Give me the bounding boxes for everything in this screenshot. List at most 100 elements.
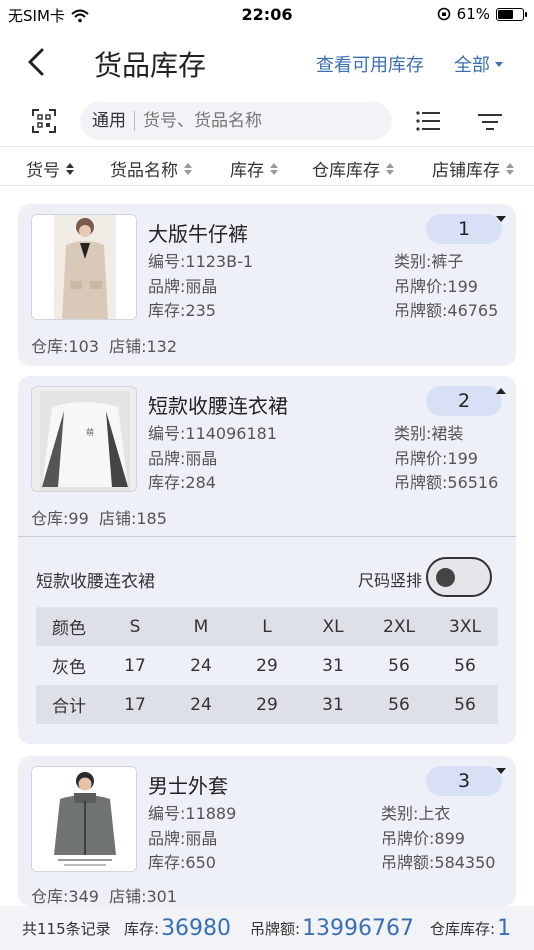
- product-code: 编号:1123B-1: [148, 252, 254, 271]
- header-cell: L: [262, 616, 272, 637]
- sort-arrows-icon: [270, 162, 278, 175]
- jacket-man-image: [32, 767, 136, 871]
- filter-icon[interactable]: [478, 112, 502, 132]
- index-badge: 3: [426, 766, 502, 796]
- total-stock-label: 库存:: [124, 919, 160, 938]
- vertical-size-toggle[interactable]: [426, 557, 492, 597]
- status-bar: 无SIM卡 22:06 61%: [0, 0, 534, 30]
- sort-name[interactable]: 货品名称: [110, 156, 192, 181]
- search-type-selector[interactable]: 通用: [80, 111, 135, 131]
- product-name: 大版牛仔裤: [148, 222, 248, 246]
- table-cell: 24: [190, 694, 212, 715]
- svg-text:萌: 萌: [86, 427, 94, 437]
- product-stock: 库存:284: [148, 473, 216, 492]
- list-view-icon[interactable]: [416, 110, 440, 132]
- sort-warehouse-stock[interactable]: 仓库库存: [312, 156, 394, 181]
- product-code: 编号:114096181: [148, 424, 278, 443]
- total-warehouse-label: 仓库库存:: [430, 919, 496, 938]
- table-cell: 17: [124, 694, 146, 715]
- sort-code-label: 货号: [26, 161, 60, 181]
- expand-icon[interactable]: [496, 216, 506, 222]
- total-warehouse-stock: 仓库库存: 1: [430, 906, 511, 950]
- sort-arrows-icon: [506, 162, 514, 175]
- header-cell: 3XL: [449, 616, 481, 637]
- search-input[interactable]: [135, 111, 365, 131]
- table-cell: 合计: [52, 697, 86, 717]
- dress-image: 萌: [32, 387, 136, 491]
- sort-code[interactable]: 货号: [26, 156, 74, 181]
- back-icon[interactable]: [22, 44, 52, 80]
- product-image: [31, 766, 137, 872]
- table-total-row: 合计 17 24 29 31 56 56: [36, 685, 498, 724]
- warehouse-stock: 仓库:103: [31, 337, 99, 356]
- product-tag-amount: 吊牌额:584350: [381, 853, 496, 872]
- page-title: 货品库存: [94, 49, 207, 82]
- size-detail-panel: 短款收腰连衣裙 尺码竖排 颜色 S M L XL 2XL 3XL 灰色 17 2…: [18, 536, 516, 744]
- orientation-lock-icon: [437, 7, 450, 21]
- product-tag-amount: 吊牌额:46765: [394, 301, 499, 320]
- product-stock: 库存:235: [148, 301, 216, 320]
- product-card[interactable]: 大版牛仔裤 编号:1123B-1 品牌:丽晶 库存:235 类别:裤子 吊牌价:…: [18, 204, 516, 366]
- card-footer: 仓库:99 店铺:185: [31, 505, 167, 529]
- sort-bar: 货号 货品名称 库存 仓库库存 店铺库存: [0, 146, 534, 186]
- product-code: 编号:11889: [148, 804, 237, 823]
- product-category: 类别:裤子: [394, 252, 464, 271]
- total-warehouse-value: 1: [497, 915, 512, 941]
- toggle-label: 尺码竖排: [358, 571, 423, 590]
- collapse-icon[interactable]: [496, 388, 506, 394]
- record-count: 共115条记录: [22, 919, 111, 938]
- summary-bar: 共115条记录 库存: 36980 吊牌额: 13996767 仓库库存: 1: [0, 906, 534, 950]
- scope-dropdown[interactable]: 全部: [454, 51, 503, 77]
- size-table: 颜色 S M L XL 2XL 3XL 灰色 17 24 29 31 56 56…: [36, 607, 498, 724]
- sort-arrows-icon: [386, 162, 394, 175]
- sort-store-stock[interactable]: 店铺库存: [432, 156, 514, 181]
- warehouse-stock: 仓库:99: [31, 509, 89, 528]
- total-amount-value: 13996767: [302, 915, 415, 941]
- table-row: 灰色 17 24 29 31 56 56: [36, 646, 498, 685]
- header-cell: S: [129, 616, 141, 637]
- product-card[interactable]: 男士外套 编号:11889 品牌:丽晶 库存:650 类别:上衣 吊牌价:899…: [18, 756, 516, 906]
- product-name: 短款收腰连衣裙: [148, 394, 288, 418]
- total-stock: 库存: 36980: [124, 906, 231, 950]
- index-badge: 1: [426, 214, 502, 244]
- total-tag-amount: 吊牌额: 13996767: [250, 906, 414, 950]
- battery-icon: [496, 7, 527, 21]
- table-cell: 56: [454, 694, 476, 715]
- available-stock-link[interactable]: 查看可用库存: [316, 51, 424, 77]
- table-cell: 31: [322, 694, 344, 715]
- status-right: 61%: [437, 5, 527, 23]
- product-stock: 库存:650: [148, 853, 216, 872]
- product-image: [31, 214, 137, 320]
- store-stock: 店铺:185: [98, 509, 167, 528]
- product-name: 男士外套: [148, 774, 228, 798]
- header-cell: 颜色: [52, 619, 86, 639]
- table-cell: 56: [388, 694, 410, 715]
- scan-icon[interactable]: [32, 109, 56, 133]
- nav-bar: 货品库存 查看可用库存 全部: [0, 32, 534, 92]
- search-row: 通用: [0, 100, 534, 144]
- size-table-header: 颜色 S M L XL 2XL 3XL: [36, 607, 498, 646]
- warehouse-stock: 仓库:349: [31, 887, 99, 906]
- detail-product-name: 短款收腰连衣裙: [36, 572, 155, 592]
- search-box: 通用: [80, 102, 392, 140]
- battery-percent: 61%: [456, 5, 490, 23]
- product-image: 萌: [31, 386, 137, 492]
- caret-down-icon: [495, 61, 503, 67]
- table-cell: 56: [388, 655, 410, 676]
- sort-store-label: 店铺库存: [432, 161, 500, 181]
- store-stock: 店铺:132: [109, 337, 178, 356]
- table-cell: 31: [322, 655, 344, 676]
- sort-warehouse-label: 仓库库存: [312, 161, 380, 181]
- product-category: 类别:上衣: [381, 804, 451, 823]
- header-cell: XL: [322, 616, 344, 637]
- card-footer: 仓库:103 店铺:132: [31, 333, 177, 357]
- sort-stock[interactable]: 库存: [230, 156, 278, 181]
- header-cell: M: [193, 616, 209, 637]
- product-category: 类别:裙装: [394, 424, 464, 443]
- cardigan-woman-image: [32, 215, 136, 319]
- product-tag-price: 吊牌价:899: [381, 829, 465, 848]
- product-tag-amount: 吊牌额:56516: [394, 473, 499, 492]
- product-brand: 品牌:丽晶: [148, 277, 218, 296]
- expand-icon[interactable]: [496, 768, 506, 774]
- product-card-expanded[interactable]: 萌 短款收腰连衣裙 编号:114096181 品牌:丽晶 库存:284 类别:裙…: [18, 376, 516, 744]
